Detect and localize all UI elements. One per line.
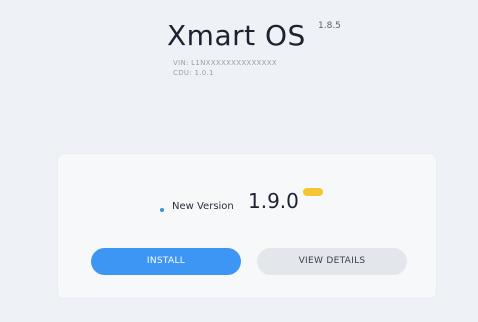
new-badge: NEW bbox=[303, 188, 323, 196]
current-os-version: 1.8.5 bbox=[318, 21, 341, 31]
new-version-label: New Version bbox=[172, 201, 234, 212]
new-version-number: 1.9.0 bbox=[248, 189, 299, 213]
vin-info: VIN: L1NXXXXXXXXXXXXXX bbox=[173, 59, 277, 67]
update-card bbox=[58, 154, 436, 298]
install-button[interactable]: INSTALL bbox=[91, 248, 241, 275]
view-details-button[interactable]: VIEW DETAILS bbox=[257, 248, 407, 275]
update-screen: Xmart OS 1.8.5 VIN: L1NXXXXXXXXXXXXXX CD… bbox=[0, 0, 478, 322]
os-title: Xmart OS bbox=[167, 19, 306, 52]
cdu-info: CDU: 1.0.1 bbox=[173, 69, 214, 77]
os-header: Xmart OS 1.8.5 VIN: L1NXXXXXXXXXXXXXX CD… bbox=[0, 0, 478, 110]
bullet-dot-icon bbox=[160, 208, 164, 212]
